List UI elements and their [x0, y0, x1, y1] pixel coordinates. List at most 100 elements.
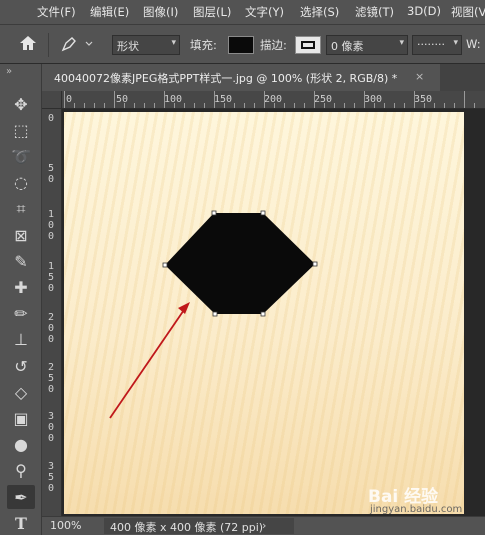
chevron-down-icon: ▾ [399, 38, 404, 48]
ruler-tick [394, 103, 395, 108]
ruler-tick [174, 103, 175, 108]
ruler-v-label: 3 0 0 [47, 411, 55, 444]
quick-select-icon: ◌ [14, 173, 28, 193]
ruler-tick [324, 103, 325, 108]
frame-icon: ⊠ [14, 225, 28, 245]
history-brush-tool[interactable]: ↺ [7, 354, 35, 378]
ruler-h-label: 50 [116, 94, 129, 105]
ruler-tick [444, 103, 445, 108]
ruler-v-label: 1 5 0 [47, 261, 55, 294]
ruler-tick [204, 103, 205, 108]
chevron-right-icon[interactable]: › [262, 519, 266, 532]
ruler-v-label: 0 [47, 113, 55, 124]
ruler-tick [124, 103, 125, 108]
document-canvas[interactable] [64, 112, 464, 514]
ruler-tick [94, 103, 95, 108]
ruler-v-label: 2 0 0 [47, 312, 55, 345]
brush-tool[interactable]: ✏ [7, 302, 35, 326]
stamp-tool[interactable]: ⊥ [7, 328, 35, 352]
eyedropper-icon: ✎ [14, 251, 28, 271]
close-icon[interactable]: × [415, 70, 424, 83]
menu-layer[interactable]: 图层(L) [193, 4, 231, 20]
ruler-tick [234, 103, 235, 108]
gradient-tool[interactable]: ▣ [7, 406, 35, 430]
stroke-swatch[interactable] [295, 36, 321, 54]
menu-select[interactable]: 选择(S) [300, 4, 339, 20]
menu-filter[interactable]: 滤镜(T) [355, 4, 394, 20]
ruler-tick [414, 91, 415, 108]
pen-tool[interactable]: ✒ [7, 485, 35, 509]
document-tab-title: 40040072像素JPEG格式PPT样式一.jpg @ 100% (形状 2,… [54, 72, 398, 85]
frame-tool[interactable]: ⊠ [7, 223, 35, 247]
menu-view[interactable]: 视图(V) [451, 4, 485, 20]
ruler-tick [134, 103, 135, 108]
eraser-icon: ◇ [14, 382, 28, 402]
ruler-tick [64, 91, 65, 108]
lasso-tool[interactable]: ➰ [7, 144, 35, 168]
ruler-tick [104, 103, 105, 108]
vertical-ruler[interactable]: 0 5 0 1 0 0 1 5 0 2 0 0 2 5 0 3 0 0 3 5 … [42, 109, 62, 516]
eraser-tool[interactable]: ◇ [7, 380, 35, 404]
zoom-level[interactable]: 100% [50, 519, 81, 532]
dodge-tool[interactable]: ⚲ [7, 459, 35, 483]
ruler-tick [244, 103, 245, 108]
options-bar: 形状 ▾ 填充: 描边: 0 像素 ▾ ········ ▾ W: [0, 24, 485, 64]
gradient-icon: ▣ [13, 408, 29, 428]
blur-tool[interactable]: ● [7, 433, 35, 457]
ruler-tick [184, 103, 185, 108]
ruler-tick [284, 103, 285, 108]
healing-tool[interactable]: ✚ [7, 275, 35, 299]
type-tool[interactable]: T [7, 511, 35, 535]
ruler-tick [374, 103, 375, 108]
horizontal-ruler[interactable]: 0 50 100 150 200 250 300 350 [62, 91, 485, 109]
ruler-tick [474, 103, 475, 108]
ruler-tick [354, 103, 355, 108]
ruler-tick [154, 103, 155, 108]
watermark-url: jingyan.baidu.com [370, 504, 463, 515]
menu-image[interactable]: 图像(I) [143, 4, 178, 20]
ruler-tick [264, 91, 265, 108]
ruler-tick [314, 91, 315, 108]
mode-select[interactable]: 形状 ▾ [112, 35, 180, 55]
pen-tool-preset-button[interactable] [60, 35, 94, 56]
menu-file[interactable]: 文件(F) [37, 4, 76, 20]
ruler-tick [304, 103, 305, 108]
move-icon: ✥ [14, 94, 28, 114]
ruler-tick [224, 103, 225, 108]
ruler-v-label: 5 0 [47, 163, 55, 185]
history-brush-icon: ↺ [14, 356, 28, 376]
quick-select-tool[interactable]: ◌ [7, 171, 35, 195]
lasso-icon: ➰ [11, 146, 31, 166]
collapse-panel-icon[interactable]: » [6, 66, 12, 77]
menu-3d[interactable]: 3D(D) [407, 4, 441, 18]
annotation-arrow [109, 302, 190, 419]
ruler-tick [194, 103, 195, 108]
chevron-down-icon: ▾ [171, 38, 176, 48]
stroke-style-select[interactable]: ········ ▾ [412, 35, 462, 55]
menu-type[interactable]: 文字(Y) [245, 4, 284, 20]
document-tab-strip: 40040072像素JPEG格式PPT样式一.jpg @ 100% (形状 2,… [42, 64, 485, 91]
ruler-tick [434, 103, 435, 108]
hexagon-shape[interactable] [165, 213, 315, 314]
home-button[interactable] [18, 34, 40, 54]
ruler-h-label: 0 [66, 94, 73, 105]
ruler-tick [464, 91, 465, 108]
move-tool[interactable]: ✥ [7, 92, 35, 116]
document-tab[interactable]: 40040072像素JPEG格式PPT样式一.jpg @ 100% (形状 2,… [42, 64, 440, 91]
crop-tool[interactable]: ⌗ [7, 197, 35, 221]
crop-icon: ⌗ [16, 198, 26, 218]
marquee-tool[interactable]: ⬚ [7, 118, 35, 142]
menu-edit[interactable]: 编辑(E) [90, 4, 129, 20]
baidu-watermark: Bai 经验 jingyan.baidu.com [360, 482, 470, 516]
ruler-origin[interactable] [42, 91, 62, 109]
marquee-icon: ⬚ [13, 120, 29, 140]
fill-swatch[interactable] [228, 36, 254, 54]
ruler-tick [254, 103, 255, 108]
fill-label: 填充: [190, 38, 217, 52]
home-icon [20, 36, 36, 50]
eyedropper-tool[interactable]: ✎ [7, 249, 35, 273]
ruler-v-label: 3 5 0 [47, 461, 55, 494]
ruler-v-label: 1 0 0 [47, 209, 55, 242]
type-icon: T [15, 513, 27, 533]
stroke-width-select[interactable]: 0 像素 ▾ [326, 35, 408, 55]
